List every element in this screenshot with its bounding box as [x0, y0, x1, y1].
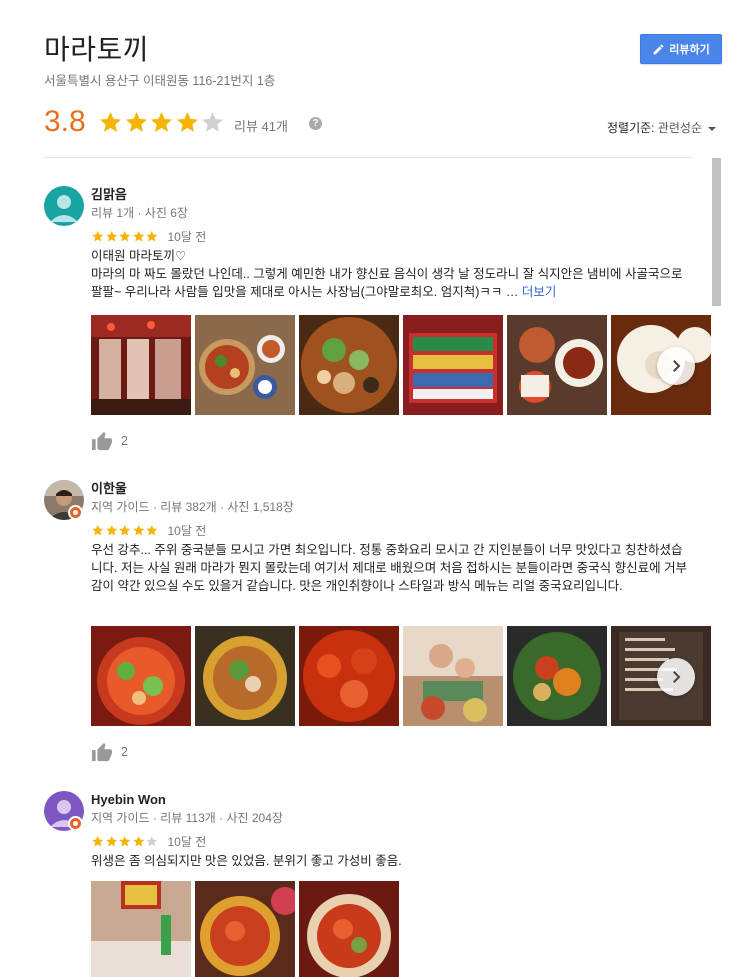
place-header: 마라토끼 서울특별시 용산구 이태원동 116-21번지 1층 리뷰하기 — [44, 32, 724, 89]
local-guide-badge-icon — [68, 816, 83, 831]
review-photo[interactable] — [195, 626, 295, 726]
divider — [44, 157, 692, 158]
avatar[interactable] — [44, 186, 84, 226]
average-rating-stars — [98, 110, 226, 135]
photo-strip — [91, 881, 399, 977]
review-stars — [91, 524, 159, 537]
review-photo[interactable] — [299, 626, 399, 726]
star-icon — [92, 230, 104, 241]
sort-value: 관련성순 — [657, 121, 702, 135]
star-icon — [119, 524, 131, 535]
review-text: 이태원 마라토끼♡ 마라의 마 짜도 몰랐던 나인데.. 그렇게 예민한 내가 … — [91, 247, 691, 301]
review-body: 김맑음 리뷰 1개 · 사진 6장 10달 전 이태원 마라토끼♡ 마라의 마 … — [91, 186, 694, 301]
review-photo[interactable] — [507, 626, 607, 726]
review-stars — [91, 230, 159, 243]
reviewer-meta: 리뷰 1개 · 사진 6장 — [91, 206, 188, 220]
star-icon — [119, 230, 131, 241]
review-text: 우선 강추... 주위 중국분들 모시고 가면 최오입니다. 정통 중화요리 모… — [91, 543, 688, 593]
review-card: 이한울 지역 가이드 · 리뷰 382개 · 사진 1,518장 10달 전 우… — [44, 480, 711, 770]
star-icon — [105, 230, 117, 241]
caret-down-icon — [708, 126, 716, 131]
like-count: 2 — [121, 434, 128, 448]
review-stars — [91, 835, 159, 848]
review-photo[interactable] — [507, 315, 607, 415]
sort-dropdown[interactable]: 정렬기준: 관련성순 — [607, 119, 716, 136]
review-text-rest: 마라의 마 짜도 몰랐던 나인데.. 그렇게 예민한 내가 향신료 음식이 생각… — [91, 267, 683, 299]
place-name: 마라토끼 — [44, 34, 150, 65]
next-photo-button[interactable] — [657, 658, 695, 696]
sort-label: 정렬기준: — [606, 121, 655, 135]
review-date: 10달 전 — [167, 523, 207, 538]
star-icon — [125, 112, 147, 132]
review-date: 10달 전 — [167, 229, 207, 244]
review-body: 이한울 지역 가이드 · 리뷰 382개 · 사진 1,518장 10달 전 우… — [91, 480, 694, 595]
review-photo[interactable] — [403, 626, 503, 726]
review-date: 10달 전 — [167, 834, 207, 849]
star-icon — [132, 835, 144, 846]
star-icon — [100, 112, 121, 132]
pencil-icon — [653, 44, 664, 54]
scrollbar-thumb[interactable] — [712, 158, 721, 306]
review-photo[interactable] — [91, 881, 191, 977]
star-icon — [202, 112, 223, 132]
review-card: 김맑음 리뷰 1개 · 사진 6장 10달 전 이태원 마라토끼♡ 마라의 마 … — [44, 186, 711, 456]
star-icon — [92, 835, 104, 846]
review-photo[interactable] — [91, 315, 191, 415]
reviewer-name[interactable]: 김맑음 — [91, 186, 694, 203]
question-circle-icon[interactable]: ? — [309, 117, 322, 130]
reviewer-name[interactable]: 이한울 — [91, 480, 694, 497]
star-icon — [146, 230, 158, 241]
review-photo[interactable] — [299, 315, 399, 415]
star-icon — [146, 835, 158, 846]
rating-summary: 3.8 리뷰 41개 ? 정렬기준: 관련성순 — [44, 104, 724, 140]
review-text-line: 이태원 마라토끼♡ — [91, 249, 187, 263]
reviewer-meta: 지역 가이드 · 리뷰 113개 · 사진 204장 — [91, 811, 283, 825]
thumbs-up-icon — [92, 742, 112, 762]
star-icon — [146, 524, 158, 535]
review-photo[interactable] — [403, 315, 503, 415]
local-guide-badge-icon — [68, 505, 83, 520]
star-icon — [132, 524, 144, 535]
star-icon — [132, 230, 144, 241]
write-review-label: 리뷰하기 — [669, 44, 710, 56]
review-photo[interactable] — [195, 881, 295, 977]
write-review-button[interactable]: 리뷰하기 — [640, 34, 722, 64]
default-avatar-icon — [44, 186, 84, 226]
star-icon — [119, 835, 131, 846]
review-card: Hyebin Won 지역 가이드 · 리뷰 113개 · 사진 204장 10… — [44, 791, 694, 977]
thumbs-up-icon — [92, 431, 112, 451]
average-rating: 3.8 — [44, 105, 86, 138]
review-text: 위생은 좀 의심되지만 맛은 있었음. 분위기 좋고 가성비 좋음. — [91, 854, 402, 868]
star-icon — [151, 112, 172, 132]
star-icon — [176, 112, 198, 132]
reviewer-meta: 지역 가이드 · 리뷰 382개 · 사진 1,518장 — [91, 500, 294, 514]
reviewer-name[interactable]: Hyebin Won — [91, 791, 694, 808]
like-button[interactable]: 2 — [91, 742, 128, 762]
like-button[interactable]: 2 — [91, 431, 128, 451]
chevron-right-icon — [673, 671, 681, 683]
photo-strip — [91, 315, 711, 415]
next-photo-button[interactable] — [657, 347, 695, 385]
review-body: Hyebin Won 지역 가이드 · 리뷰 113개 · 사진 204장 10… — [91, 791, 694, 870]
star-icon — [105, 524, 117, 535]
review-photo[interactable] — [195, 315, 295, 415]
like-count: 2 — [121, 745, 128, 759]
place-address: 서울특별시 용산구 이태원동 116-21번지 1층 — [44, 74, 276, 88]
star-icon — [92, 524, 104, 535]
review-photo[interactable] — [91, 626, 191, 726]
star-icon — [105, 835, 117, 846]
review-count: 리뷰 41개 — [234, 119, 288, 134]
review-photo[interactable] — [299, 881, 399, 977]
photo-strip — [91, 626, 711, 726]
more-link[interactable]: 더보기 — [522, 285, 557, 299]
chevron-right-icon — [673, 360, 681, 372]
